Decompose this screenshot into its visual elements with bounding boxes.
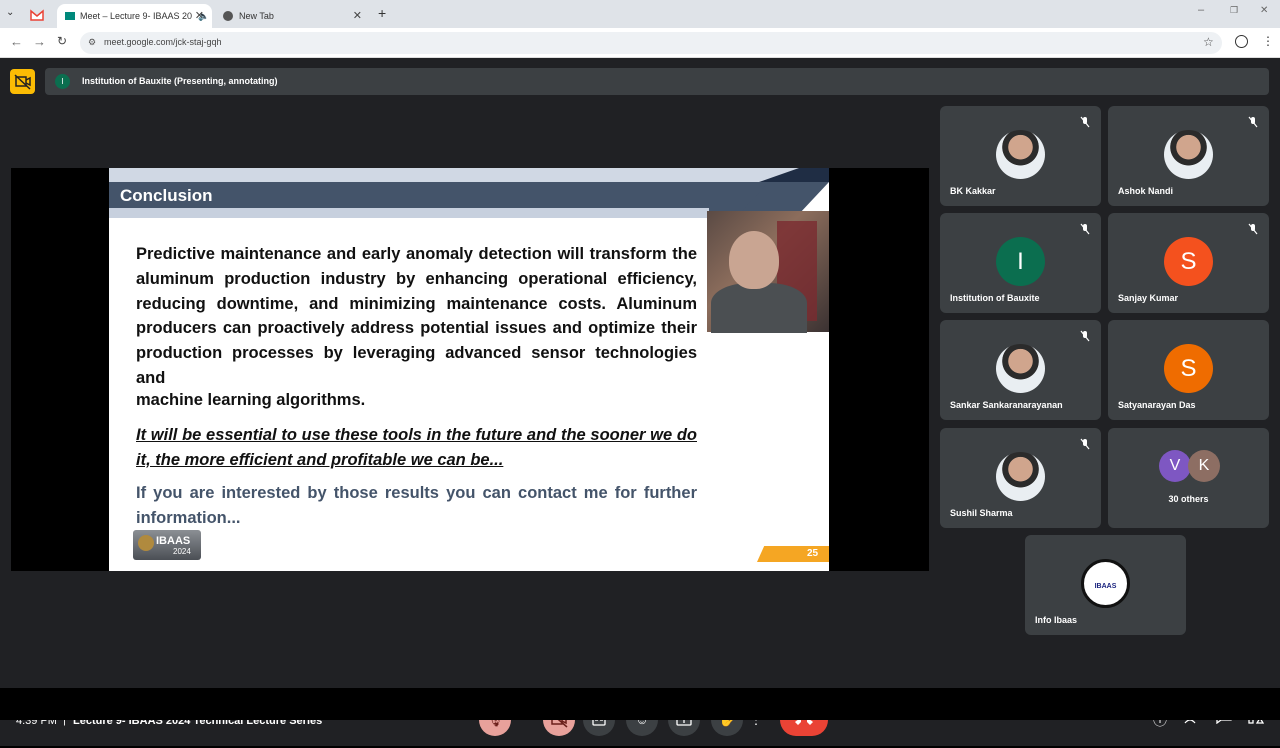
globe-icon xyxy=(138,535,154,551)
ibaas-avatar-text: IBAAS xyxy=(1094,583,1117,590)
meet-favicon-icon xyxy=(65,12,75,20)
tab-meet-label: Meet – Lecture 9- IBAAS 20 xyxy=(80,11,193,21)
gmail-tab[interactable] xyxy=(30,8,44,21)
participant-tile[interactable]: BK Kakkar xyxy=(940,106,1101,206)
slide-paragraph-3: If you are interested by those results y… xyxy=(136,484,697,527)
tab-list-chevron-icon[interactable]: ⌄ xyxy=(6,7,14,18)
reload-icon[interactable]: ↻ xyxy=(57,34,67,48)
camera-off-icon xyxy=(14,74,31,90)
mic-off-icon xyxy=(1080,330,1090,342)
slide-paragraph-1: Predictive maintenance and early anomaly… xyxy=(136,245,697,387)
mic-off-icon xyxy=(1248,116,1258,128)
others-avatar-v: V xyxy=(1159,450,1191,482)
participant-name: Satyanarayan Das xyxy=(1118,400,1196,410)
webcam-person-body xyxy=(711,283,807,333)
presentation-stage: Conclusion Predictive maintenance and ea… xyxy=(11,168,929,571)
page-number: 25 xyxy=(807,548,819,559)
slide-header-accent xyxy=(109,208,709,218)
close-window-icon[interactable]: ✕ xyxy=(1260,5,1268,16)
participant-name: Info Ibaas xyxy=(1035,615,1078,625)
participant-initial-avatar: S xyxy=(1164,237,1213,286)
participant-photo-avatar xyxy=(1164,130,1213,179)
participant-tile[interactable]: I Institution of Bauxite xyxy=(940,213,1101,313)
participant-tile[interactable]: S Sanjay Kumar xyxy=(1108,213,1269,313)
close-tab-icon[interactable]: ✕ xyxy=(195,9,204,22)
participant-name: Sankar Sankaranarayanan xyxy=(950,400,1063,410)
site-info-icon[interactable]: ⚙ xyxy=(88,37,96,48)
webcam-person-head xyxy=(729,231,779,289)
participant-photo-avatar xyxy=(996,344,1045,393)
ibaas-logo-avatar: IBAAS xyxy=(1081,559,1130,608)
page-number-tag xyxy=(757,546,829,562)
profile-icon[interactable] xyxy=(1235,35,1248,48)
chrome-icon xyxy=(223,11,233,21)
close-tab-icon[interactable]: ✕ xyxy=(353,9,362,22)
slide-title: Conclusion xyxy=(120,186,213,205)
browser-tab-bar: ⌄ Meet – Lecture 9- IBAAS 20 🔈 ✕ New Tab… xyxy=(0,0,1280,28)
url-text: meet.google.com/jck-staj-gqh xyxy=(104,37,222,47)
presenting-banner: I Institution of Bauxite (Presenting, an… xyxy=(45,68,1269,95)
presenting-banner-text: Institution of Bauxite (Presenting, anno… xyxy=(82,76,278,86)
tab-meet[interactable]: Meet – Lecture 9- IBAAS 20 🔈 ✕ xyxy=(57,4,212,28)
minimize-icon[interactable]: – xyxy=(1198,4,1204,16)
participant-name: Institution of Bauxite xyxy=(950,293,1040,303)
mic-off-icon xyxy=(1080,116,1090,128)
others-avatar-k: K xyxy=(1188,450,1220,482)
address-bar[interactable]: ⚙ meet.google.com/jck-staj-gqh ☆ xyxy=(80,32,1222,54)
others-tile[interactable]: V K 30 others xyxy=(1108,428,1269,528)
participant-tile[interactable]: Sushil Sharma xyxy=(940,428,1101,528)
meet-app: I Institution of Bauxite (Presenting, an… xyxy=(0,58,1280,746)
participant-initial-avatar: S xyxy=(1164,344,1213,393)
presenter-avatar: I xyxy=(55,74,70,89)
slide-header-band xyxy=(109,168,829,182)
gmail-icon xyxy=(30,9,44,21)
presentation-slide: Conclusion Predictive maintenance and ea… xyxy=(109,168,829,571)
ibaas-logo: IBAAS 2024 xyxy=(133,530,201,560)
slide-paragraph-2: It will be essential to use these tools … xyxy=(136,426,697,469)
mic-off-icon xyxy=(1080,438,1090,450)
tab-new-tab-label: New Tab xyxy=(239,11,274,21)
presenter-webcam-overlay xyxy=(707,211,829,333)
browser-menu-icon[interactable]: ⋮ xyxy=(1262,34,1274,48)
participant-name: BK Kakkar xyxy=(950,186,996,196)
participant-tile[interactable]: S Satyanarayan Das xyxy=(1108,320,1269,420)
restore-icon[interactable]: ❐ xyxy=(1230,5,1238,16)
participant-initial-avatar: I xyxy=(996,237,1045,286)
participant-tile[interactable]: Sankar Sankaranarayanan xyxy=(940,320,1101,420)
logo-text: IBAAS xyxy=(156,535,191,547)
slide-paragraph-1-last-line: machine learning algorithms. xyxy=(136,391,366,409)
browser-toolbar: ← → ↻ ⚙ meet.google.com/jck-staj-gqh ☆ ⋮ xyxy=(0,28,1280,58)
back-icon[interactable]: ← xyxy=(10,34,23,49)
mic-off-icon xyxy=(1248,223,1258,235)
others-count-label: 30 others xyxy=(1168,494,1209,504)
participant-tile[interactable]: Ashok Nandi xyxy=(1108,106,1269,206)
bookmark-star-icon[interactable]: ☆ xyxy=(1203,35,1214,49)
participant-photo-avatar xyxy=(996,452,1045,501)
participant-name: Sushil Sharma xyxy=(950,508,1013,518)
participant-tile[interactable]: IBAAS Info Ibaas xyxy=(1025,535,1186,635)
logo-year: 2024 xyxy=(173,547,191,556)
mic-off-icon xyxy=(1080,223,1090,235)
participant-name: Sanjay Kumar xyxy=(1118,293,1179,303)
camera-off-indicator xyxy=(10,69,35,94)
participant-name: Ashok Nandi xyxy=(1118,186,1174,196)
new-tab-plus-icon[interactable]: + xyxy=(378,5,386,21)
forward-icon[interactable]: → xyxy=(33,34,46,49)
letterbox-bottom xyxy=(0,688,1280,720)
tab-new-tab[interactable]: New Tab ✕ xyxy=(215,4,370,28)
participant-photo-avatar xyxy=(996,130,1045,179)
